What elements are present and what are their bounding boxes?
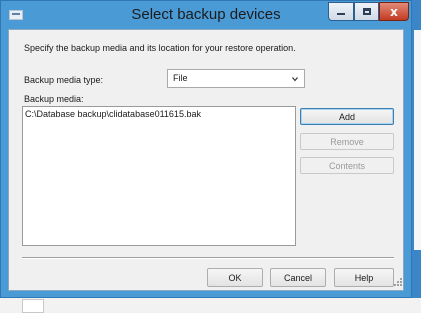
chevron-down-icon [292, 77, 298, 82]
select-backup-devices-dialog: Select backup devices x Specify the back… [0, 0, 412, 298]
add-button[interactable]: Add [300, 108, 394, 125]
footer-separator [22, 257, 394, 259]
dialog-body: Specify the backup media and its locatio… [8, 29, 404, 291]
background-window-edge [412, 0, 421, 313]
contents-button[interactable]: Contents [300, 157, 394, 174]
background-window-content [414, 30, 421, 250]
close-button[interactable]: x [379, 2, 409, 21]
maximize-button[interactable] [354, 2, 379, 21]
instruction-text: Specify the backup media and its locatio… [24, 43, 296, 53]
help-button[interactable]: Help [334, 268, 394, 287]
resize-grip-icon[interactable] [394, 278, 403, 287]
backup-media-type-dropdown[interactable]: File [167, 69, 305, 88]
backup-media-type-label: Backup media type: [24, 75, 104, 85]
background-tab [22, 299, 44, 313]
backup-media-list[interactable]: C:\Database backup\clidatabase011615.bak [22, 106, 296, 246]
maximize-icon [362, 8, 371, 15]
close-icon: x [390, 4, 398, 19]
remove-button[interactable]: Remove [300, 133, 394, 150]
minimize-icon [337, 13, 345, 15]
minimize-button[interactable] [328, 2, 354, 21]
backup-media-type-value: File [173, 73, 188, 83]
cancel-button[interactable]: Cancel [270, 268, 326, 287]
ok-button[interactable]: OK [207, 268, 263, 287]
backup-media-label: Backup media: [24, 94, 84, 104]
background-window-bottom [0, 298, 421, 313]
list-item[interactable]: C:\Database backup\clidatabase011615.bak [25, 109, 201, 119]
desktop-background: Select backup devices x Specify the back… [0, 0, 421, 313]
title-bar[interactable]: Select backup devices x [1, 1, 411, 29]
